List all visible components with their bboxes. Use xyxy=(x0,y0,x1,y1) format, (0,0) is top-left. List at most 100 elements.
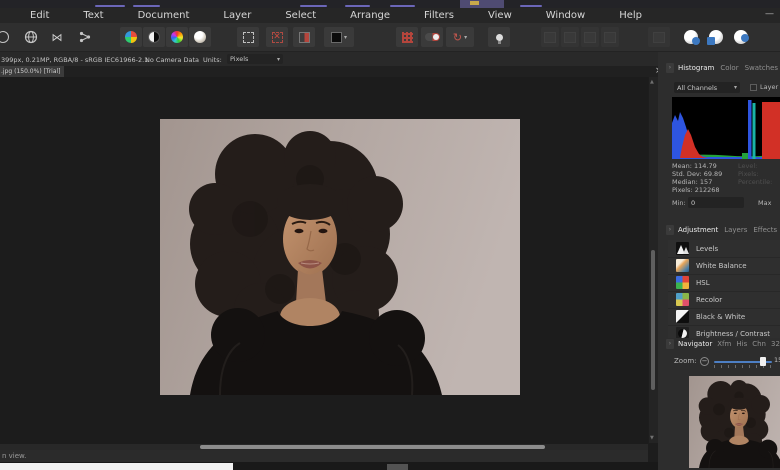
channel-select-dropdown[interactable]: All Channels ▾ xyxy=(674,82,740,93)
rotate-document-button[interactable] xyxy=(0,27,14,47)
adjustment-levels[interactable]: Levels xyxy=(668,240,780,258)
minimize-button[interactable]: — xyxy=(765,9,774,19)
grid-icon xyxy=(402,32,413,43)
disabled-icon xyxy=(584,32,596,43)
insert-behind-button[interactable] xyxy=(680,27,702,47)
tab-transform[interactable]: Xfm xyxy=(717,340,731,348)
chevron-down-icon: ▾ xyxy=(344,34,347,41)
auto-colours-button[interactable] xyxy=(166,27,188,47)
selection-marquee-button[interactable] xyxy=(237,27,259,47)
marquee-icon xyxy=(243,32,254,43)
black-white-icon xyxy=(676,310,689,323)
scroll-down-icon[interactable]: ▼ xyxy=(650,435,654,441)
sphere-tool-button[interactable] xyxy=(20,27,42,47)
scroll-up-icon[interactable]: ▲ xyxy=(650,79,654,85)
menu-filters[interactable]: Filters xyxy=(424,10,454,21)
tab-history[interactable]: His xyxy=(736,340,747,348)
auto-white-balance-button[interactable] xyxy=(189,27,211,47)
document-tab[interactable]: .jpg (150.0%) [Trial] xyxy=(0,66,64,77)
adjustment-recolor[interactable]: Recolor xyxy=(668,291,780,309)
adjustment-black-white[interactable]: Black & White xyxy=(668,308,780,326)
panel-collapse-icon[interactable]: › xyxy=(666,225,674,235)
panel-collapse-icon[interactable]: › xyxy=(666,339,674,349)
taskbar-icon-fragment xyxy=(387,464,408,470)
share-button[interactable] xyxy=(74,27,96,47)
assistant-button[interactable] xyxy=(488,27,510,47)
snapping-options-dropdown[interactable]: ↻ ▾ xyxy=(446,27,474,47)
tab-color[interactable]: Color xyxy=(720,64,738,72)
min-input[interactable]: 0 xyxy=(688,197,744,208)
auto-contrast-button[interactable] xyxy=(143,27,165,47)
vertical-scrollbar[interactable]: ▲ ▼ xyxy=(649,77,658,443)
layer-checkbox[interactable] xyxy=(750,84,757,91)
tab-effects[interactable]: Effects xyxy=(753,226,777,234)
flip-horizontal-button[interactable]: ⋈ xyxy=(46,27,68,47)
snapping-grid-button[interactable] xyxy=(396,27,418,47)
zoom-out-button[interactable]: − xyxy=(700,357,709,366)
swatch-icon xyxy=(331,32,342,43)
camera-data-status: No Camera Data xyxy=(145,56,199,64)
adjustment-hsl[interactable]: HSL xyxy=(668,274,780,292)
document-info: 399px, 0.21MP, RGBA/8 - sRGB IEC61966-2.… xyxy=(1,56,148,64)
channel-select-value: All Channels xyxy=(677,84,717,92)
disabled-button-3 xyxy=(581,27,599,47)
menu-document[interactable]: Document xyxy=(138,10,190,21)
tab-navigator[interactable]: Navigator xyxy=(678,340,712,348)
histogram-chart xyxy=(672,97,780,159)
colour-swatch-dropdown[interactable]: ▾ xyxy=(324,27,354,47)
menu-text[interactable]: Text xyxy=(83,10,103,21)
adjustment-white-balance[interactable]: White Balance xyxy=(668,257,780,275)
hsl-icon xyxy=(676,276,689,289)
menu-window[interactable]: Window xyxy=(546,10,585,21)
photo-image xyxy=(160,119,520,395)
zoom-slider-handle[interactable] xyxy=(760,357,766,366)
adjustment-brightness-contrast[interactable]: Brightness / Contrast xyxy=(668,325,780,338)
tab-swatches[interactable]: Swatches xyxy=(745,64,778,72)
persona-icon-fragment xyxy=(460,0,504,8)
disabled-button-4 xyxy=(601,27,619,47)
white-balance-icon xyxy=(676,259,689,272)
disabled-icon xyxy=(564,32,576,43)
snapping-toggle-button[interactable] xyxy=(421,27,443,47)
insert-inside-button[interactable] xyxy=(705,27,727,47)
menu-view[interactable]: View xyxy=(488,10,512,21)
adjustment-panel-tabs: Adjustment Layers Effects Styles xyxy=(678,226,780,234)
tab-adjustment[interactable]: Adjustment xyxy=(678,226,718,234)
persona-icon-fragment xyxy=(345,5,370,7)
menu-select[interactable]: Select xyxy=(285,10,316,21)
tab-channels[interactable]: Chn xyxy=(752,340,766,348)
stat-mean: Mean: 114.79 xyxy=(672,162,717,170)
panel-collapse-icon[interactable]: › xyxy=(666,63,674,73)
deselect-button[interactable]: ✕ xyxy=(266,27,288,47)
stat-percentile-dim: Percentile: xyxy=(738,178,772,186)
menubar: Edit Text Document Layer Select Arrange … xyxy=(0,8,780,23)
tab-layers[interactable]: Layers xyxy=(724,226,747,234)
persona-toolbar-cropped xyxy=(0,0,780,8)
insert-behind-icon xyxy=(684,30,698,44)
menu-help[interactable]: Help xyxy=(619,10,642,21)
affinity-photo-window: Edit Text Document Layer Select Arrange … xyxy=(0,0,780,470)
chevron-down-icon: ▾ xyxy=(734,84,737,91)
menu-arrange[interactable]: Arrange xyxy=(350,10,390,21)
menu-edit[interactable]: Edit xyxy=(30,10,49,21)
vertical-scrollbar-thumb[interactable] xyxy=(651,250,655,390)
persona-icon-fragment xyxy=(95,5,125,7)
tab-histogram[interactable]: Histogram xyxy=(678,64,714,72)
insert-on-top-button[interactable] xyxy=(730,27,752,47)
navigator-thumbnail[interactable] xyxy=(689,376,780,469)
horizontal-scrollbar-thumb[interactable] xyxy=(200,445,545,449)
auto-levels-button[interactable] xyxy=(120,27,142,47)
persona-icon-fragment xyxy=(133,5,160,7)
units-dropdown[interactable]: Pixels ▾ xyxy=(227,54,283,64)
menu-layer[interactable]: Layer xyxy=(223,10,251,21)
tab-32-preview[interactable]: 32P xyxy=(771,340,780,348)
disabled-button-5 xyxy=(648,27,670,47)
stat-level-dim: Level: xyxy=(738,162,757,170)
disabled-button-1 xyxy=(541,27,559,47)
insert-inside-icon xyxy=(709,30,723,44)
invert-selection-button[interactable] xyxy=(293,27,315,47)
canvas[interactable] xyxy=(0,77,648,444)
layer-checkbox-label: Layer xyxy=(760,83,778,91)
invert-selection-icon xyxy=(299,32,310,43)
chevron-down-icon: ▾ xyxy=(277,56,280,63)
